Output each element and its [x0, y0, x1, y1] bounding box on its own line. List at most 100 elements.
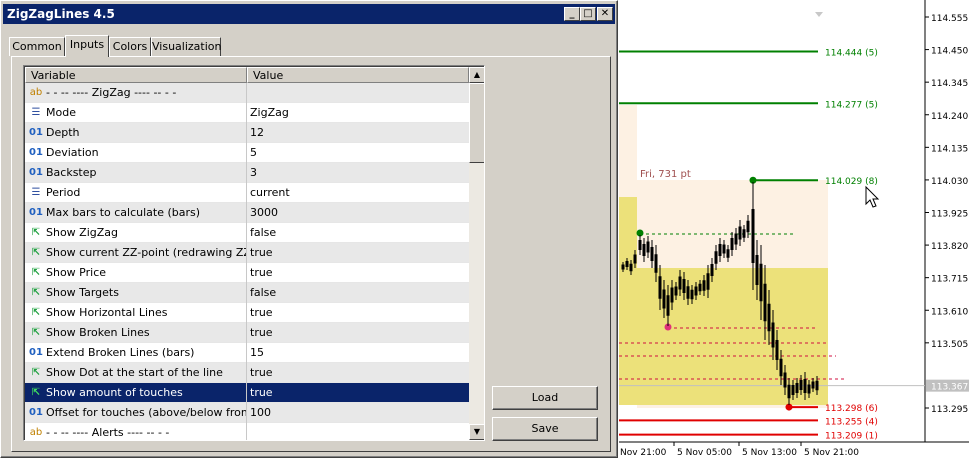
grid-row[interactable]: Max bars to calculate (bars) 3000 01 [25, 203, 469, 223]
candle-body [771, 322, 775, 348]
chart-shift-marker-icon [815, 12, 823, 17]
inputs-grid[interactable]: Variable Value - - -- ---- ZigZag ---- -… [23, 65, 485, 441]
value-cell[interactable] [247, 423, 469, 440]
candle-body [767, 303, 771, 332]
value-cell[interactable]: true [247, 363, 469, 383]
scroll-up-icon[interactable]: ▲ [469, 67, 484, 83]
grid-row[interactable]: Mode ZigZag ☰ [25, 103, 469, 123]
column-header-value[interactable]: Value [247, 67, 469, 83]
enum-type-icon: ☰ [31, 187, 41, 198]
candle-body [662, 289, 666, 309]
value-cell[interactable] [247, 83, 469, 103]
mouse-pointer-icon [865, 185, 880, 208]
grid-row[interactable]: Show Horizontal Lines true ⇱ [25, 303, 469, 323]
candle-body [751, 209, 755, 263]
grid-row[interactable]: Show ZigZag false ⇱ [25, 223, 469, 243]
candle-body [714, 251, 718, 264]
value-cell[interactable]: current [247, 183, 469, 203]
scroll-down-icon[interactable]: ▼ [469, 424, 484, 440]
grid-row[interactable]: Offset for touches (above/below from... 1… [25, 403, 469, 423]
scrollbar-thumb[interactable] [469, 83, 484, 163]
value-cell[interactable]: false [247, 223, 469, 243]
grid-row[interactable]: Show amount of touches true ⇱ [25, 383, 469, 403]
candle-body [654, 254, 658, 273]
variable-cell: Depth [25, 123, 247, 143]
value-cell[interactable]: true [247, 243, 469, 263]
variable-cell: Period [25, 183, 247, 203]
grid-row[interactable]: Period current ☰ [25, 183, 469, 203]
value-cell[interactable]: true [247, 383, 469, 403]
value-cell[interactable]: 100 [247, 403, 469, 423]
resistance-label: 114.277 (5) [825, 100, 878, 110]
tab-common[interactable]: Common [9, 37, 65, 56]
grid-row[interactable]: Show Broken Lines true ⇱ [25, 323, 469, 343]
candle-body [746, 220, 750, 233]
time-axis-label: 5 Nov 21:00 [804, 448, 859, 458]
candle-body [633, 254, 637, 264]
candle-body [759, 263, 763, 302]
candle-body [738, 226, 742, 240]
candle-body [694, 286, 698, 296]
tab-inputs[interactable]: Inputs [65, 35, 109, 57]
dialog-titlebar[interactable]: ZigZagLines 4.5 _ □ ✕ [3, 4, 615, 24]
variable-cell: Show Dot at the start of the line [25, 363, 247, 383]
value-cell[interactable]: false [247, 283, 469, 303]
boolean-type-icon: ⇱ [31, 227, 41, 238]
indicator-properties-dialog: ZigZagLines 4.5 _ □ ✕ Common Inputs Colo… [0, 0, 618, 458]
candle-body [815, 380, 819, 391]
value-cell[interactable]: true [247, 263, 469, 283]
variable-cell: Deviation [25, 143, 247, 163]
maximize-button[interactable]: □ [580, 7, 596, 21]
grid-row[interactable]: - - -- ---- ZigZag ---- -- - - ab [25, 83, 469, 103]
value-cell[interactable]: ZigZag [247, 103, 469, 123]
grid-row[interactable]: Show Price true ⇱ [25, 263, 469, 283]
candle-body [682, 279, 686, 293]
candle-body [686, 286, 690, 299]
grid-row[interactable]: Show Targets false ⇱ [25, 283, 469, 303]
tab-colors[interactable]: Colors [109, 37, 151, 56]
variable-cell: Mode [25, 103, 247, 123]
zone-yellow [637, 268, 828, 405]
candle-body [787, 384, 791, 399]
value-cell[interactable]: 3000 [247, 203, 469, 223]
grid-row[interactable]: Depth 12 01 [25, 123, 469, 143]
value-cell[interactable]: 15 [247, 343, 469, 363]
candle-body [779, 358, 783, 377]
grid-row[interactable]: Show current ZZ-point (redrawing ZZ-... t… [25, 243, 469, 263]
candle-body [791, 385, 795, 395]
price-axis-label: 113.295 [931, 405, 968, 415]
grid-row[interactable]: Show Dot at the start of the line true ⇱ [25, 363, 469, 383]
price-axis-label: 114.345 [931, 79, 968, 89]
load-button[interactable]: Load [492, 386, 598, 410]
minimize-button[interactable]: _ [564, 7, 580, 21]
grid-row[interactable]: Deviation 5 01 [25, 143, 469, 163]
candle-body [702, 280, 706, 291]
value-cell[interactable]: 12 [247, 123, 469, 143]
value-cell[interactable]: 5 [247, 143, 469, 163]
price-axis-label: 113.820 [931, 242, 968, 252]
candle-body [811, 381, 815, 389]
close-button[interactable]: ✕ [597, 7, 613, 21]
integer-type-icon: 01 [29, 207, 43, 218]
tab-visualization[interactable]: Visualization [151, 37, 221, 56]
value-cell[interactable]: true [247, 303, 469, 323]
grid-row[interactable]: Extend Broken Lines (bars) 15 01 [25, 343, 469, 363]
price-axis-label: 114.030 [931, 177, 968, 187]
column-header-variable[interactable]: Variable [25, 67, 247, 83]
candle-body [722, 244, 726, 254]
boolean-type-icon: ⇱ [31, 307, 41, 318]
candle-body [803, 379, 807, 393]
price-axis-label: 114.240 [931, 112, 968, 122]
candle-body [730, 238, 734, 250]
candle-body [670, 287, 674, 303]
save-button[interactable]: Save [492, 417, 598, 441]
price-axis-label: 113.715 [931, 275, 968, 285]
candle-body [710, 264, 714, 276]
value-cell[interactable]: 3 [247, 163, 469, 183]
candle-body [775, 340, 779, 360]
dialog-title: ZigZagLines 4.5 [7, 7, 115, 21]
value-cell[interactable]: true [247, 323, 469, 343]
grid-row[interactable]: - - -- ---- Alerts ---- -- - - ab [25, 423, 469, 440]
vertical-scrollbar[interactable]: ▲ ▼ [469, 67, 484, 440]
grid-row[interactable]: Backstep 3 01 [25, 163, 469, 183]
